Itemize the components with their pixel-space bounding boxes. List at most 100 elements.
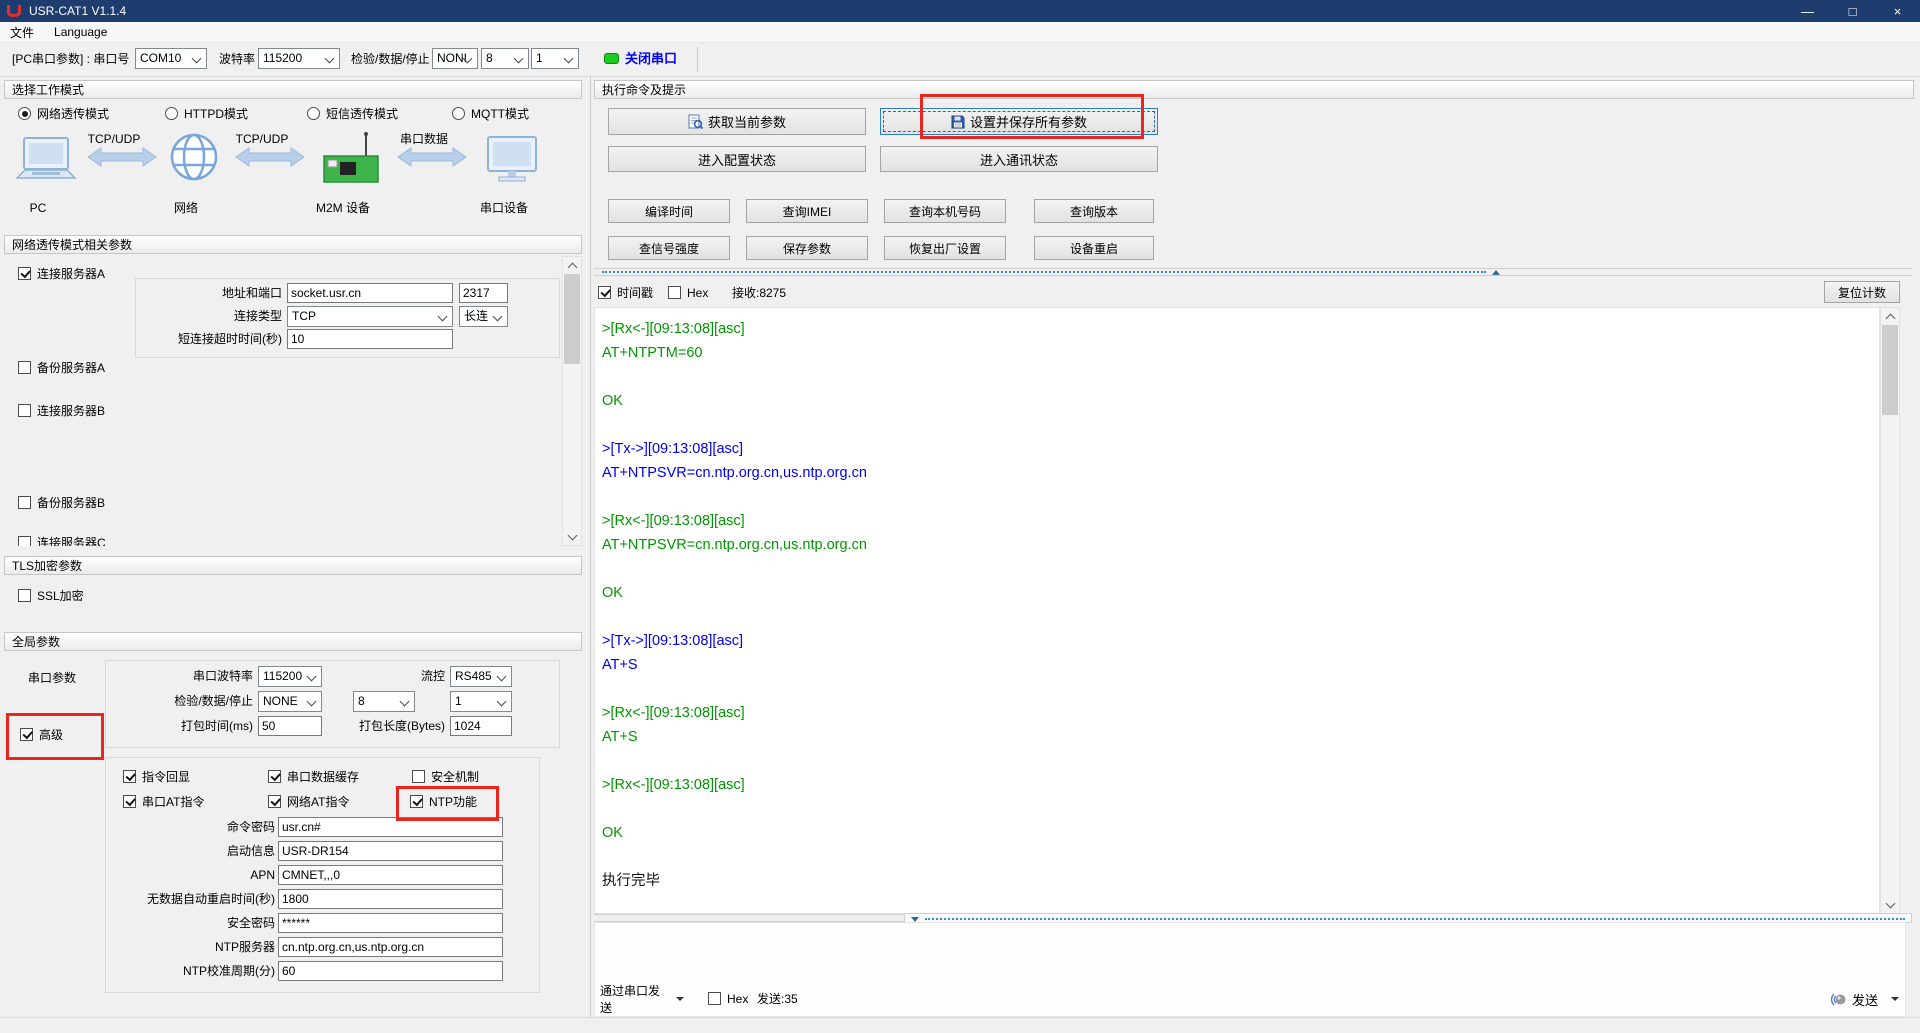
minimize-button[interactable]: — [1785, 0, 1830, 22]
radio-httpd-mode[interactable]: HTTPD模式 [165, 106, 248, 121]
checkbox-serial-cache[interactable]: 串口数据缓存 [268, 769, 359, 784]
no-data-restart-label: 无数据自动重启时间(秒) [147, 892, 275, 906]
reset-counter-button[interactable]: 复位计数 [1824, 281, 1900, 303]
send-splitter[interactable] [594, 913, 1912, 923]
log-line: >[Rx<-][09:13:08][asc] [602, 513, 745, 529]
checkbox-serial-at[interactable]: 串口AT指令 [123, 794, 204, 809]
stopbits-select[interactable]: 1 [531, 48, 579, 69]
splitter-grip-icon [925, 918, 1905, 920]
set-save-params-button[interactable]: 设置并保存所有参数 [880, 108, 1158, 135]
maximize-button[interactable]: □ [1830, 0, 1875, 22]
enter-config-button[interactable]: 进入配置状态 [608, 146, 866, 172]
query-imei-button[interactable]: 查询IMEI [746, 199, 868, 223]
ntp-server-input[interactable]: cn.ntp.org.cn,us.ntp.org.cn [278, 937, 503, 957]
enter-comm-button[interactable]: 进入通讯状态 [880, 146, 1158, 172]
net-params-scrollbar[interactable] [562, 256, 582, 546]
checkbox-server-b[interactable]: 连接服务器B [18, 403, 105, 418]
short-conn-timeout-label: 短连接超时时间(秒) [178, 332, 282, 346]
checkbox-server-c[interactable]: 连接服务器C [18, 535, 106, 546]
ntp-server-label: NTP服务器 [214, 940, 275, 954]
no-data-restart-input[interactable]: 1800 [278, 889, 503, 909]
pack-length-input[interactable]: 1024 [450, 716, 512, 736]
query-signal-button[interactable]: 查信号强度 [608, 236, 730, 260]
radio-net-passthrough[interactable]: 网络透传模式 [18, 106, 109, 121]
apn-label: APN [250, 868, 275, 882]
dropdown-arrow-icon [324, 53, 335, 64]
conn-type-label: 连接类型 [233, 309, 282, 323]
net-params-header: 网络透传模式相关参数 [4, 235, 582, 254]
boot-message-label: 启动信息 [226, 844, 275, 858]
security-password-input[interactable]: ****** [278, 913, 503, 933]
menu-language[interactable]: Language [54, 25, 107, 39]
parity-label: 检验/数据/停止 [351, 52, 430, 66]
collapse-up-icon[interactable] [1492, 270, 1500, 275]
send-button[interactable]: 发送 [1830, 988, 1900, 1010]
serial-baud-select[interactable]: 115200 [258, 666, 322, 687]
splitter-grip-icon [602, 271, 1486, 273]
pack-length-label: 打包长度(Bytes) [358, 719, 445, 733]
log-line: OK [602, 393, 623, 409]
checkbox-net-at[interactable]: 网络AT指令 [268, 794, 349, 809]
log-splitter[interactable] [594, 268, 1912, 276]
menu-file[interactable]: 文件 [10, 24, 34, 41]
send-via-dropdown[interactable]: 通过串口发送 [600, 984, 684, 1015]
close-port-button[interactable]: 关闭串口 [625, 49, 677, 69]
pc-icon [15, 137, 77, 179]
dropdown-arrow-icon [563, 53, 574, 64]
checkbox-security-mech[interactable]: 安全机制 [412, 769, 479, 784]
baud-label: 波特率 [219, 52, 256, 66]
log-line: AT+NTPTM=60 [602, 345, 703, 361]
cmd-password-label: 命令密码 [226, 820, 275, 834]
cmd-password-input[interactable]: usr.cn# [278, 817, 503, 837]
server-a-port-input[interactable]: 2317 [459, 283, 508, 303]
dropdown-arrow-icon [306, 671, 317, 682]
pack-time-input[interactable]: 50 [258, 716, 322, 736]
checkbox-advanced[interactable]: 高级 [20, 727, 63, 742]
serial-parity-select[interactable]: NONE [258, 691, 322, 712]
checkbox-cmd-echo[interactable]: 指令回显 [123, 769, 190, 784]
device-restart-button[interactable]: 设备重启 [1034, 236, 1154, 260]
short-conn-timeout-input[interactable]: 10 [287, 329, 453, 349]
radio-mqtt-mode[interactable]: MQTT模式 [452, 106, 529, 121]
ntp-period-input[interactable]: 60 [278, 961, 503, 981]
apn-input[interactable]: CMNET,,,0 [278, 865, 503, 885]
compile-time-button[interactable]: 编译时间 [608, 199, 730, 223]
checkbox-timestamp[interactable]: 时间戳 [598, 285, 653, 300]
query-version-button[interactable]: 查询版本 [1034, 199, 1154, 223]
ntp-period-label: NTP校准周期(分) [183, 964, 275, 978]
baud-select[interactable]: 115200 [258, 48, 340, 69]
get-params-button[interactable]: 获取当前参数 [608, 108, 866, 135]
receive-log-textarea[interactable]: >[Rx<-][09:13:08][asc] AT+NTPTM=60 OK >[… [594, 307, 1880, 914]
menu-bar: 文件 Language [0, 22, 1920, 43]
databits-select[interactable]: 8 [481, 48, 529, 69]
keepalive-select[interactable]: 长连 [459, 306, 508, 327]
checkbox-backup-b[interactable]: 备份服务器B [18, 495, 105, 510]
dropdown-arrow-icon [306, 696, 317, 707]
conn-type-select[interactable]: TCP [287, 306, 453, 327]
serial-toolbar: [PC串口参数] : 串口号 COM10 波特率 115200 检验/数据/停止… [0, 43, 1920, 77]
log-line: AT+S [602, 729, 638, 745]
log-line: >[Tx->][09:13:08][asc] [602, 633, 744, 649]
checkbox-ssl[interactable]: SSL加密 [18, 588, 84, 603]
checkbox-server-a[interactable]: 连接服务器A [18, 266, 105, 281]
radio-sms-passthrough[interactable]: 短信透传模式 [307, 106, 398, 121]
checkbox-ntp[interactable]: NTP功能 [410, 794, 477, 809]
com-port-select[interactable]: COM10 [135, 48, 207, 69]
log-scrollbar[interactable] [1880, 307, 1900, 914]
usr-logo-icon [7, 5, 21, 17]
save-params-button[interactable]: 保存参数 [746, 236, 868, 260]
flow-select[interactable]: RS485 [450, 666, 512, 687]
checkbox-send-hex[interactable]: Hex [708, 991, 748, 1006]
parity-select[interactable]: NONI [432, 48, 478, 69]
close-button[interactable]: × [1875, 0, 1920, 22]
server-a-address-input[interactable]: socket.usr.cn [287, 283, 453, 303]
serial-stopbits-select[interactable]: 1 [450, 691, 512, 712]
checkbox-recv-hex[interactable]: Hex [668, 285, 708, 300]
log-line: AT+S [602, 657, 638, 673]
factory-reset-button[interactable]: 恢复出厂设置 [884, 236, 1006, 260]
boot-message-input[interactable]: USR-DR154 [278, 841, 503, 861]
checkbox-backup-a[interactable]: 备份服务器A [18, 360, 105, 375]
serial-databits-select[interactable]: 8 [353, 691, 415, 712]
dropdown-arrow-icon [496, 696, 507, 707]
query-number-button[interactable]: 查询本机号码 [884, 199, 1006, 223]
